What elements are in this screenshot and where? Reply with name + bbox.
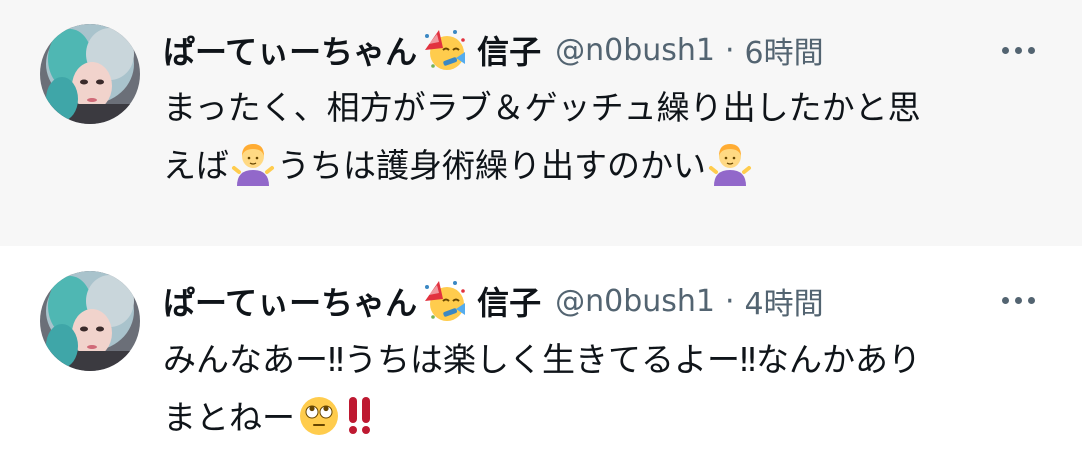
- tweet-text-segment: えば: [163, 146, 229, 185]
- display-name[interactable]: ぱーてぃーちゃん: [163, 278, 417, 324]
- person-shrugging-icon: [708, 142, 752, 186]
- person-shrugging-icon: [231, 142, 275, 186]
- display-name-suffix[interactable]: 信子: [477, 278, 541, 324]
- user-handle[interactable]: @n0bush1: [555, 284, 715, 319]
- avatar[interactable]: [40, 24, 140, 124]
- tweet-text: みんなあー‼うちは楽しく生きてるよー‼なんかあり まとねー: [163, 331, 1043, 453]
- tweet-text-line: まとねー: [163, 389, 1043, 453]
- display-name[interactable]: ぱーてぃーちゃん: [163, 27, 417, 73]
- header-separator: ·: [725, 32, 735, 68]
- tweet-text-segment: うちは護身術繰り出すのかい: [277, 146, 706, 185]
- more-dot: [1027, 296, 1035, 304]
- avatar-image: [40, 271, 140, 371]
- display-name-suffix[interactable]: 信子: [477, 27, 541, 73]
- more-dot: [1001, 296, 1009, 304]
- party-face-icon: [423, 279, 467, 323]
- more-options-icon[interactable]: [992, 284, 1044, 316]
- tweet-text: まったく、相方がラブ＆ゲッチュ繰り出したかと思 えば うちは護身術繰り出すのかい: [163, 79, 1043, 195]
- more-options-icon[interactable]: [992, 34, 1044, 66]
- tweet-header: ぱーてぃーちゃん 信子 @n0bush1 ·: [163, 279, 824, 323]
- face-with-rolling-eyes-icon: [297, 394, 341, 438]
- tweet[interactable]: ぱーてぃーちゃん 信子 @n0bush1 ·: [0, 246, 1082, 457]
- tweet-text-line: みんなあー‼うちは楽しく生きてるよー‼なんかあり: [163, 340, 922, 379]
- tweet-thread: ぱーてぃーちゃん 信子 @n0bush1 · 6時間 まったく、相方がラブ＆ゲッ…: [0, 0, 1082, 457]
- tweet[interactable]: ぱーてぃーちゃん 信子 @n0bush1 ·: [0, 0, 1082, 246]
- more-dot: [1001, 46, 1009, 54]
- more-dot: [1014, 296, 1022, 304]
- more-dot: [1014, 46, 1022, 54]
- avatar[interactable]: [40, 271, 140, 371]
- user-handle[interactable]: @n0bush1: [555, 33, 715, 68]
- tweet-text-segment: まとねー: [163, 398, 295, 437]
- timestamp[interactable]: 4時間: [745, 279, 824, 323]
- header-separator: ·: [725, 283, 735, 319]
- party-face-icon: [423, 28, 467, 72]
- tweet-text-line: えば うちは護身術繰り出すのかい: [163, 137, 1043, 195]
- tweet-header: ぱーてぃーちゃん 信子 @n0bush1 ·: [163, 28, 824, 72]
- more-dot: [1027, 46, 1035, 54]
- tweet-text-line: まったく、相方がラブ＆ゲッチュ繰り出したかと思: [163, 88, 921, 127]
- avatar-image: [40, 24, 140, 124]
- double-exclamation-icon: [347, 395, 373, 453]
- timestamp[interactable]: 6時間: [745, 28, 824, 72]
